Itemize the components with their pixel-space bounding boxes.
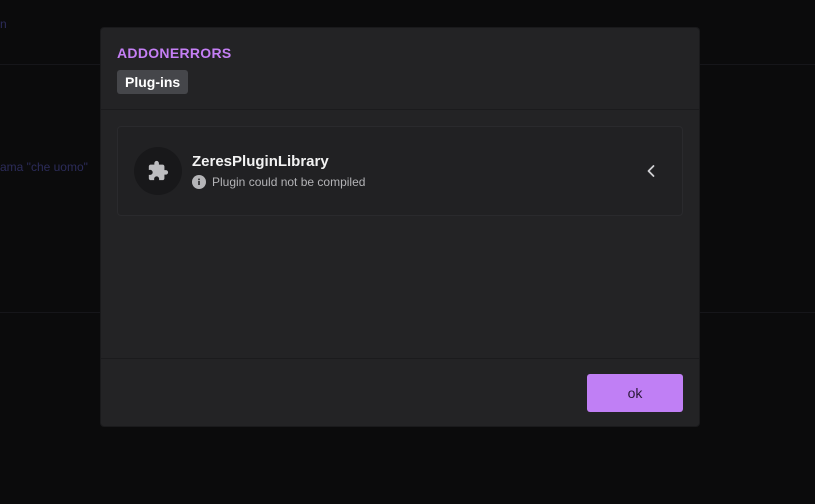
error-item[interactable]: ZeresPluginLibrary Plugin could not be c… <box>117 126 683 216</box>
error-message: Plugin could not be compiled <box>212 175 366 189</box>
error-text: ZeresPluginLibrary Plugin could not be c… <box>192 152 365 190</box>
plugin-name: ZeresPluginLibrary <box>192 153 329 170</box>
info-icon <box>192 175 206 189</box>
ok-button[interactable]: ok <box>587 374 683 412</box>
error-line: Plugin could not be compiled <box>192 174 365 190</box>
addon-errors-modal: ADDONERRORS Plug-ins ZeresPluginLibrary <box>100 27 700 427</box>
expand-button[interactable] <box>640 160 662 182</box>
puzzle-piece-icon <box>134 147 182 195</box>
modal-header: ADDONERRORS Plug-ins <box>101 28 699 110</box>
background-text: ama "che uomo" <box>0 160 88 174</box>
background-text: n <box>0 17 7 31</box>
modal-footer: ok <box>101 358 699 426</box>
tab-plugins[interactable]: Plug-ins <box>117 70 189 94</box>
modal-title: ADDONERRORS <box>117 45 232 61</box>
chevron-left-icon <box>647 165 655 177</box>
modal-body: ZeresPluginLibrary Plugin could not be c… <box>101 110 699 358</box>
